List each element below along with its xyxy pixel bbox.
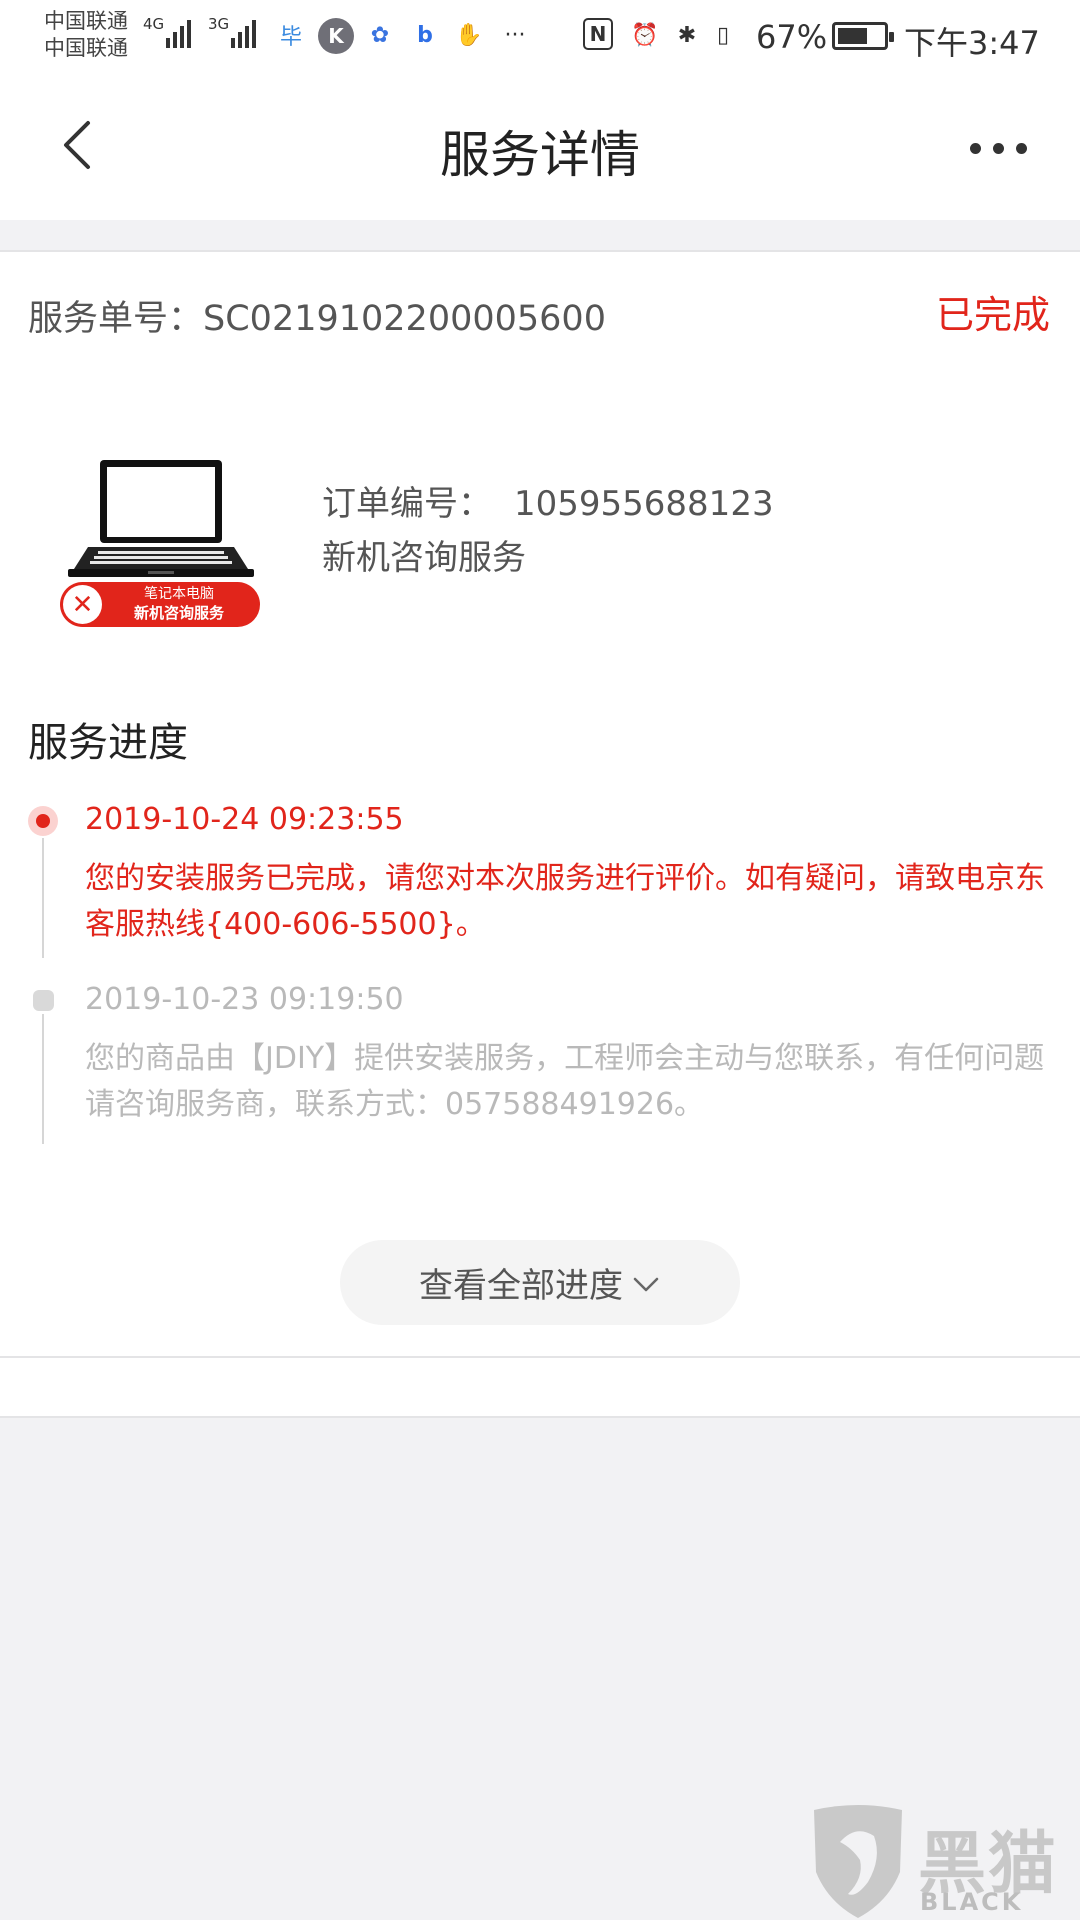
timeline-line (42, 838, 44, 958)
watermark-subtext: BLACK CAT (920, 1888, 1024, 1920)
browser-icon: b (417, 22, 433, 48)
status-bar: 中国联通 中国联通 4G 3G 毕 K ✿ b ✋ ··· N ⏰ ✱ ▯ 67… (0, 0, 1080, 75)
view-all-label: 查看全部进度 (419, 1266, 623, 1306)
nfc-icon: N (583, 18, 613, 50)
order-number-label: 订单编号： (322, 484, 492, 524)
baidu-icon: ✿ (370, 22, 390, 48)
network-type-2: 3G (208, 15, 230, 33)
badge-line-2: 新机咨询服务 (133, 604, 224, 622)
signal-icon (166, 18, 191, 48)
order-number-value[interactable]: 105955688123 (514, 484, 774, 524)
carrier-1: 中国联通 (44, 9, 128, 33)
chevron-down-icon (631, 1268, 661, 1298)
bluetooth-icon: ✱ (677, 22, 697, 48)
battery-percent: 67% (756, 18, 828, 56)
signal-icon-2 (231, 18, 256, 48)
order-number: 订单编号： 105955688123 (322, 476, 774, 525)
timeline-line (42, 1014, 44, 1144)
section-divider (0, 1358, 1080, 1418)
timeline-dot-active (28, 806, 58, 836)
more-icon: ··· (504, 22, 526, 48)
timeline-dot (33, 990, 54, 1011)
service-number-value: SC0219102200005600 (203, 299, 606, 339)
progress-text: 您的商品由【JDIY】提供安装服务，工程师会主动与您联系，有任何问题请咨询服务商… (85, 1041, 1045, 1122)
clock: 下午3:47 (904, 24, 1040, 62)
shield-icon: ✋ (455, 22, 483, 48)
more-dots-icon[interactable] (970, 143, 1027, 154)
progress-time: 2019-10-24 09:23:55 (85, 802, 404, 837)
battery-icon (832, 22, 894, 50)
alarm-icon: ⏰ (631, 22, 659, 48)
vibrate-icon: ▯ (716, 22, 730, 48)
status-badge: 已完成 (935, 293, 1050, 337)
service-number: 服务单号：SC0219102200005600 (28, 290, 606, 341)
black-cat-logo-icon (808, 1802, 908, 1920)
progress-time: 2019-10-23 09:19:50 (85, 982, 404, 1017)
service-number-label: 服务单号： (28, 299, 204, 339)
nav-bar: 服务详情 (0, 75, 1080, 220)
tools-icon: ✕ (63, 585, 102, 624)
k-icon: K (318, 18, 354, 54)
page-title: 服务详情 (440, 126, 640, 184)
progress-title: 服务进度 (28, 720, 188, 766)
view-all-progress-button[interactable]: 查看全部进度 (340, 1240, 740, 1325)
product-badge: ✕ 笔记本电脑 新机咨询服务 (60, 582, 260, 627)
network-type-1: 4G (143, 15, 165, 33)
badge-line-1: 笔记本电脑 (144, 586, 214, 602)
progress-text[interactable]: 您的安装服务已完成，请您对本次服务进行评价。如有疑问，请致电京东客服热线{400… (85, 856, 1070, 948)
product-name[interactable]: 新机咨询服务 (322, 530, 526, 579)
carrier-info: 中国联通 中国联通 (44, 8, 128, 62)
carrier-2: 中国联通 (44, 36, 128, 60)
app-icon: 毕 (279, 25, 302, 50)
